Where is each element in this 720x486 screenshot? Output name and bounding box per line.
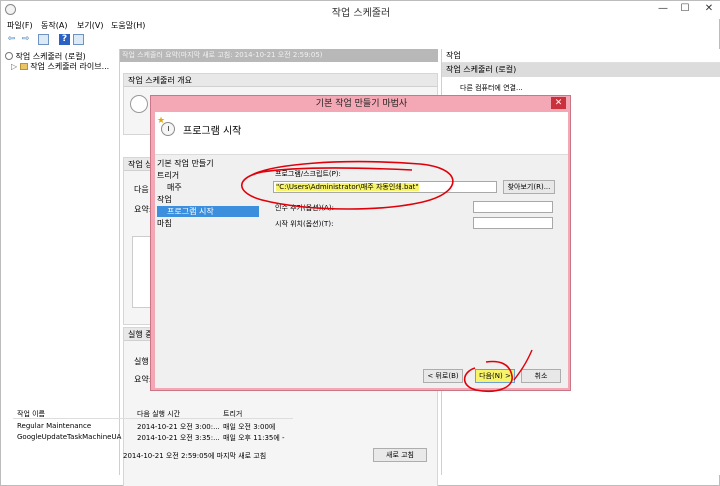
maximize-button[interactable]: ☐ bbox=[673, 1, 697, 19]
connect-computer-link[interactable]: 다른 컴퓨터에 연결... bbox=[460, 83, 523, 93]
col-next-run[interactable]: 다음 실행 시간 bbox=[137, 409, 180, 419]
tree-root[interactable]: 작업 스케줄러 (로컬) bbox=[5, 51, 86, 61]
close-button[interactable]: ✕ bbox=[697, 1, 720, 19]
dialog-close-button[interactable]: ✕ bbox=[551, 97, 566, 109]
folder-icon bbox=[19, 63, 28, 70]
browse-button[interactable]: 찾아보기(R)... bbox=[503, 180, 555, 194]
start-in-label: 시작 위치(옵션)(T): bbox=[275, 220, 334, 228]
wizard-steps: 기본 작업 만들기 트리거 매주 작업 프로그램 시작 마침 bbox=[155, 155, 259, 375]
menu-view[interactable]: 보기(V) bbox=[77, 20, 103, 31]
arguments-label: 인수 추가(옵션)(A): bbox=[275, 204, 334, 212]
dialog-header: ★ 프로그램 시작 bbox=[155, 112, 568, 155]
col-task-name[interactable]: 작업 이름 bbox=[17, 409, 45, 419]
status-next-label: 다음 bbox=[134, 185, 149, 194]
title-bar: 작업 스케줄러 — ☐ ✕ bbox=[1, 1, 720, 19]
panel-toggle-icon[interactable] bbox=[38, 34, 49, 45]
next-button[interactable]: 다음(N) > bbox=[475, 369, 515, 383]
status-bar: 2014-10-21 오전 2:59:05에 마지막 새로 고침 새로 고침 bbox=[119, 447, 437, 463]
forward-arrow-icon[interactable]: ⇨ bbox=[20, 34, 31, 45]
program-value: "C:\Users\Administrator\매주 자동인쇄.bat" bbox=[276, 183, 419, 191]
expand-arrow-icon[interactable]: ▷ bbox=[11, 62, 17, 71]
step-start-program[interactable]: 프로그램 시작 bbox=[157, 206, 259, 217]
help-icon[interactable]: ? bbox=[59, 34, 70, 45]
step-action[interactable]: 작업 bbox=[157, 194, 172, 205]
dialog-title: 기본 작업 만들기 마법사 bbox=[315, 99, 408, 109]
create-basic-task-wizard: 기본 작업 만들기 마법사 ✕ ★ 프로그램 시작 기본 작업 만들기 트리거 … bbox=[150, 95, 571, 391]
table-header: 작업 이름 다음 실행 시간 트리거 bbox=[13, 408, 293, 419]
step-trigger[interactable]: 트리거 bbox=[157, 170, 179, 181]
clock-large-icon bbox=[130, 95, 148, 113]
step-create-basic[interactable]: 기본 작업 만들기 bbox=[157, 158, 214, 169]
arguments-field[interactable] bbox=[473, 201, 553, 213]
col-trigger[interactable]: 트리거 bbox=[223, 409, 242, 419]
clock-icon bbox=[161, 122, 175, 136]
menu-bar: 파일(F) 동작(A) 보기(V) 도움말(H) bbox=[1, 19, 720, 33]
cancel-button[interactable]: 취소 bbox=[521, 369, 561, 383]
program-field[interactable]: "C:\Users\Administrator\매주 자동인쇄.bat" bbox=[273, 181, 497, 193]
status-summary-label: 요약: bbox=[134, 205, 152, 214]
step-finish[interactable]: 마침 bbox=[157, 218, 172, 229]
clock-icon bbox=[5, 52, 13, 60]
summary-header: 작업 스케줄러 요약(마지막 새로 고침: 2014-10-21 오전 2:59… bbox=[120, 49, 438, 62]
dialog-page-title: 프로그램 시작 bbox=[183, 126, 242, 137]
tree-library[interactable]: ▷ 작업 스케줄러 라이브... bbox=[11, 61, 109, 71]
dialog-body: 기본 작업 만들기 트리거 매주 작업 프로그램 시작 마침 프로그램/스크립트… bbox=[155, 155, 568, 388]
overview-title[interactable]: 작업 스케줄러 개요 bbox=[124, 74, 437, 87]
toolbar: ⇦ ⇨ ? bbox=[1, 33, 720, 47]
menu-file[interactable]: 파일(F) bbox=[7, 20, 33, 31]
active-run-label: 실행 bbox=[134, 357, 149, 366]
actions-selected-node[interactable]: 작업 스케줄러 (로컬) bbox=[442, 63, 720, 77]
back-button[interactable]: < 뒤로(B) bbox=[423, 369, 463, 383]
window-title: 작업 스케줄러 bbox=[331, 8, 391, 19]
program-label: 프로그램/스크립트(P): bbox=[275, 170, 341, 178]
menu-help[interactable]: 도움말(H) bbox=[111, 20, 145, 31]
menu-action[interactable]: 동작(A) bbox=[41, 20, 67, 31]
back-arrow-icon[interactable]: ⇦ bbox=[6, 34, 17, 45]
step-weekly[interactable]: 매주 bbox=[167, 182, 182, 193]
start-in-field[interactable] bbox=[473, 217, 553, 229]
actions-header: 작업 bbox=[442, 49, 720, 63]
last-refresh-text: 2014-10-21 오전 2:59:05에 마지막 새로 고침 bbox=[123, 452, 267, 460]
active-summary-label: 요약: bbox=[134, 375, 152, 384]
properties-icon[interactable] bbox=[73, 34, 84, 45]
minimize-button[interactable]: — bbox=[651, 1, 675, 19]
refresh-button[interactable]: 새로 고침 bbox=[373, 448, 427, 462]
